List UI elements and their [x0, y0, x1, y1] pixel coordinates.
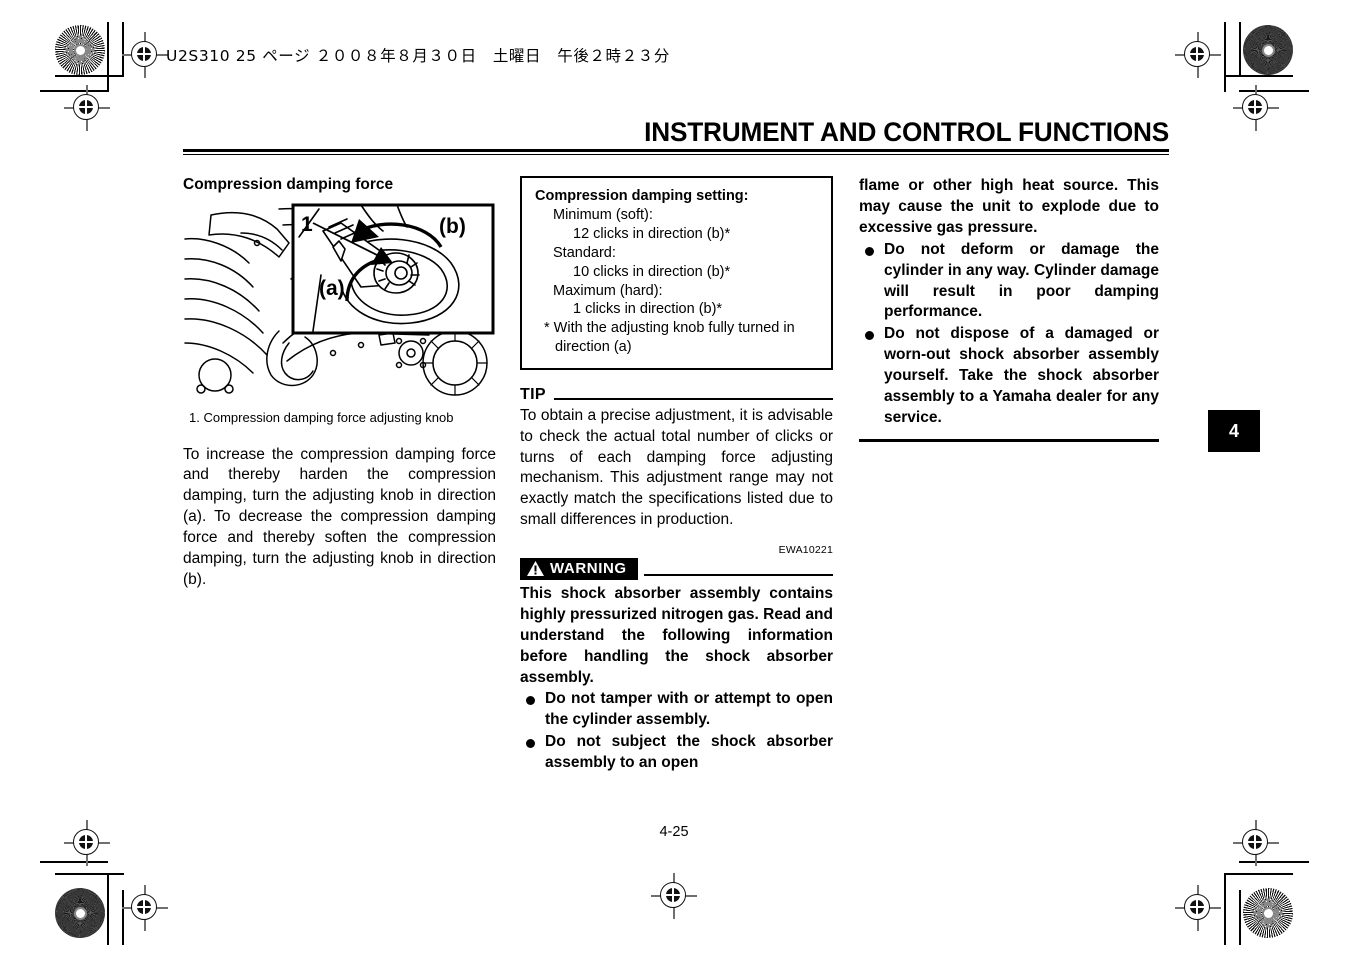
- registration-cross: [651, 873, 697, 919]
- registration-cross: [1175, 32, 1221, 78]
- rosette-mark-top-left: [55, 25, 105, 75]
- figure-label-a: (a): [319, 277, 345, 300]
- tip-rule: [553, 397, 833, 400]
- page-content: INSTRUMENT AND CONTROL FUNCTIONS Compres…: [183, 118, 1169, 774]
- registration-cross: [122, 32, 168, 78]
- crop-mark: [1224, 873, 1293, 875]
- tip-label: TIP: [520, 385, 546, 403]
- figure-caption: 1. Compression damping force adjusting k…: [189, 410, 454, 426]
- spec-row: 10 clicks in direction (b)*: [573, 263, 731, 280]
- warning-bullet-list-continued: Do not deform or damage the cylinder in …: [859, 240, 1159, 429]
- warning-continuation: flame or other high heat source. This ma…: [859, 177, 1159, 237]
- left-body-paragraph: To increase the compression damping forc…: [183, 445, 496, 588]
- list-item-text: Do not tamper with or attempt to open th…: [545, 690, 833, 729]
- rosette-mark-bottom-left: [55, 888, 105, 938]
- right-column: flame or other high heat source. This ma…: [859, 176, 1159, 774]
- crop-mark: [107, 22, 109, 92]
- rosette-mark-bottom-right: [1243, 888, 1293, 938]
- section-heading: Compression damping force: [183, 176, 394, 194]
- warning-rule: [643, 574, 833, 577]
- list-item: Do not tamper with or attempt to open th…: [520, 689, 833, 731]
- crop-mark: [55, 873, 124, 875]
- column-bottom-rule: [859, 439, 1159, 443]
- page-title: INSTRUMENT AND CONTROL FUNCTIONS: [644, 117, 1169, 147]
- warning-intro: This shock absorber assembly contains hi…: [520, 585, 833, 686]
- registration-cross: [1175, 885, 1221, 931]
- spec-footnote: * With the adjusting knob fully turned i…: [544, 320, 795, 356]
- spec-row: 12 clicks in direction (b)*: [573, 226, 731, 243]
- list-item-text: Do not deform or damage the cylinder in …: [884, 240, 1159, 321]
- motorcycle-shock-diagram: 1 (a) (b): [184, 203, 495, 397]
- list-item-text: Do not dispose of a damaged or worn-out …: [884, 325, 1159, 426]
- tip-body: To obtain a precise adjustment, it is ad…: [520, 406, 833, 529]
- warning-bullet-list: Do not tamper with or attempt to open th…: [520, 689, 833, 773]
- page-number: 4-25: [659, 824, 689, 840]
- warning-heading: WARNING: [520, 558, 833, 581]
- spec-row: 1 clicks in direction (b)*: [573, 301, 723, 318]
- warning-reference-code: EWA10221: [778, 544, 833, 556]
- crop-mark: [1239, 22, 1241, 77]
- spec-title: Compression damping setting:: [535, 188, 749, 205]
- crop-mark: [1224, 75, 1293, 77]
- inset-detail-box: 1 (a) (b): [291, 203, 495, 335]
- figure-callout-number: 1: [301, 213, 313, 236]
- crop-mark: [1239, 890, 1241, 945]
- registration-cross: [1233, 85, 1279, 131]
- shock-absorber-illustration: 1 (a) (b): [183, 203, 496, 401]
- warning-triangle-icon: [527, 561, 544, 577]
- middle-column: Compression damping setting: Minimum (so…: [520, 176, 833, 774]
- list-item-text: Do not subject the shock absorber assemb…: [545, 733, 833, 771]
- spec-row: Maximum (hard):: [553, 282, 663, 299]
- crop-mark: [55, 75, 124, 77]
- chapter-tab-marker: 4: [1208, 410, 1260, 452]
- warning-badge: WARNING: [520, 558, 638, 581]
- spec-row: Standard:: [553, 244, 616, 261]
- crop-mark: [1224, 875, 1226, 945]
- print-job-header: U2S310 25 ページ ２００８年８月３０日 土曜日 午後２時２３分: [166, 47, 670, 65]
- spec-row: Minimum (soft):: [553, 207, 653, 224]
- rosette-mark-top-right: [1243, 25, 1293, 75]
- list-item: Do not subject the shock absorber assemb…: [520, 732, 833, 774]
- left-column: Compression damping force 1 (a) (b) 1. C…: [183, 176, 496, 774]
- list-item: Do not dispose of a damaged or worn-out …: [859, 324, 1159, 428]
- warning-badge-label: WARNING: [550, 560, 627, 577]
- registration-cross: [122, 885, 168, 931]
- crop-mark: [1224, 22, 1226, 92]
- registration-cross: [64, 85, 110, 131]
- tip-heading: TIP: [520, 386, 833, 404]
- title-rule: [183, 149, 1169, 156]
- figure-label-b: (b): [439, 215, 466, 238]
- crop-mark: [107, 875, 109, 945]
- list-item: Do not deform or damage the cylinder in …: [859, 240, 1159, 323]
- specification-box: Compression damping setting: Minimum (so…: [520, 176, 833, 370]
- manual-page: U2S310 25 ページ ２００８年８月３０日 土曜日 午後２時２３分 INS…: [0, 0, 1348, 954]
- three-column-layout: Compression damping force 1 (a) (b) 1. C…: [183, 176, 1169, 774]
